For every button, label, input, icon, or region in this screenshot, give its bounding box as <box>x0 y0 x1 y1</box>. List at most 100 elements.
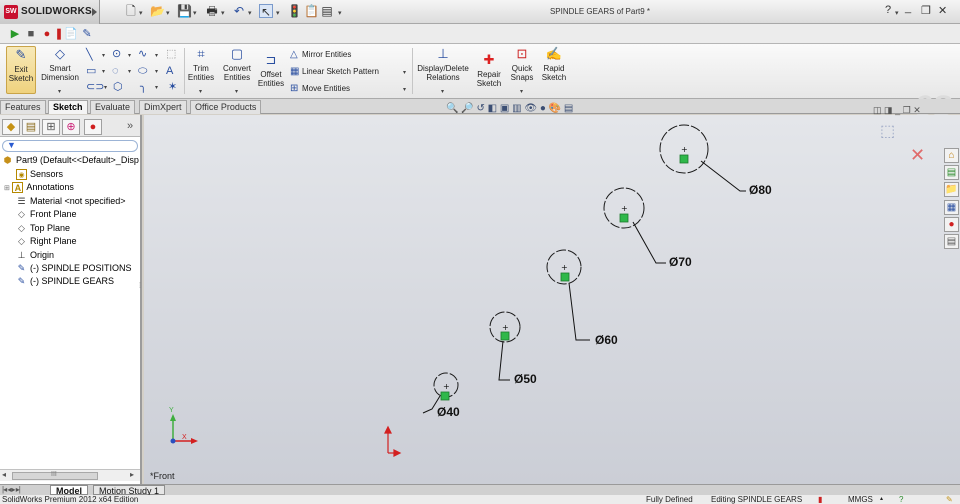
rebuild-icon[interactable]: 🚦 <box>287 4 302 18</box>
tree-item-right-plane[interactable]: ◇ Right Plane <box>16 235 77 248</box>
dimension-d70[interactable]: Ø70 <box>669 255 692 269</box>
hide-show-items-icon[interactable]: 👁 <box>524 103 537 114</box>
polygon-icon[interactable]: ⬡ <box>113 81 123 93</box>
panel-collapse-icon[interactable]: » <box>127 120 133 132</box>
edit-appearance-icon[interactable]: ● <box>540 103 546 114</box>
snaps-dropdown[interactable]: ▾ <box>520 88 523 95</box>
point-icon[interactable]: ✶ <box>168 81 177 93</box>
undo-dropdown[interactable]: ▾ <box>248 9 252 17</box>
rectangle-icon[interactable]: ▭ <box>86 65 96 77</box>
undo-icon[interactable]: ↶ <box>232 4 246 18</box>
file-explorer-icon[interactable]: 📁 <box>944 182 959 197</box>
spline-dropdown[interactable]: ▾ <box>155 52 158 59</box>
exit-sketch-button[interactable]: ✎ Exit Sketch <box>6 46 36 94</box>
featuremanager-tab-icon[interactable]: ◆ <box>2 119 20 135</box>
dimension-d50[interactable]: Ø50 <box>514 372 537 386</box>
viewport-split-icon[interactable]: ◨ <box>884 105 893 115</box>
select-icon[interactable]: ↖ <box>259 4 273 19</box>
circle-dropdown[interactable]: ▾ <box>128 52 131 59</box>
tab-nav-arrows-icon[interactable]: |◂ ◂ ▸ ▸| <box>2 485 21 494</box>
slot-dropdown[interactable]: ▾ <box>104 84 107 91</box>
tab-office-products[interactable]: Office Products <box>190 100 262 114</box>
dimension-d80[interactable]: Ø80 <box>749 183 772 197</box>
quick-snaps-button[interactable]: ⊡ Quick Snaps <box>507 46 537 82</box>
view-palette-icon[interactable]: ▦ <box>944 200 959 215</box>
pattern-dropdown[interactable]: ▾ <box>403 69 406 76</box>
save-icon[interactable]: 💾 <box>177 4 192 18</box>
view-settings-icon[interactable]: ▤ <box>564 103 573 114</box>
sketch-picture-icon[interactable]: ⬚ <box>166 48 176 60</box>
tree-horizontal-scrollbar[interactable]: ◂ III ▸ <box>0 469 140 481</box>
repair-sketch-button[interactable]: ✚ Repair Sketch <box>474 52 504 88</box>
tab-model[interactable]: Model <box>50 485 88 496</box>
help-icon[interactable]: ? <box>885 4 891 16</box>
tab-dimxpert[interactable]: DimXpert <box>139 100 187 114</box>
slot-icon[interactable]: ⊂⊃ <box>86 81 104 93</box>
ellipse-dropdown[interactable]: ▾ <box>155 68 158 75</box>
line-dropdown[interactable]: ▾ <box>102 52 105 59</box>
arc-dropdown[interactable]: ▾ <box>128 68 131 75</box>
tab-features[interactable]: Features <box>0 100 46 114</box>
save-dropdown[interactable]: ▾ <box>193 9 197 17</box>
tree-item-spindle-positions[interactable]: ✎ (-) SPINDLE POSITIONS <box>16 262 132 275</box>
apply-scene-icon[interactable]: 🎨 <box>549 103 561 114</box>
move-entities-button[interactable]: ⊞ Move Entities <box>290 83 350 94</box>
minimize-button[interactable]: _ <box>905 2 911 14</box>
cancel-sketch-icon[interactable]: ✕ <box>910 145 925 166</box>
convert-entities-button[interactable]: ▢ Convert Entities <box>220 46 254 82</box>
spline-icon[interactable]: ∿ <box>138 48 147 60</box>
sketch-canvas[interactable]: + + + + + <box>144 115 960 484</box>
select-dropdown[interactable]: ▾ <box>276 9 280 17</box>
design-library-icon[interactable]: ▤ <box>944 165 959 180</box>
tree-item-spindle-gears[interactable]: ✎ (-) SPINDLE GEARS <box>16 275 114 288</box>
scroll-thumb[interactable]: III <box>12 471 98 480</box>
tree-item-material[interactable]: ☰ Material <not specified> <box>16 195 125 208</box>
new-doc-dropdown[interactable]: ▾ <box>139 9 143 17</box>
tree-filter-input[interactable]: ▼ <box>2 140 138 152</box>
restore-button[interactable]: ❐ <box>921 4 931 17</box>
play-icon[interactable]: ▶ <box>8 27 22 41</box>
previous-view-icon[interactable]: ↺ <box>476 103 484 114</box>
macro-icon[interactable]: 📄 <box>64 27 78 41</box>
viewport-close-icon[interactable]: ✕ <box>913 105 921 115</box>
tree-item-origin[interactable]: ⊥ Origin <box>16 249 54 262</box>
status-units[interactable]: MMGS <box>848 495 873 504</box>
open-icon[interactable]: 📂 <box>150 4 165 18</box>
tab-motion-study-1[interactable]: Motion Study 1 <box>93 485 166 496</box>
solidworks-resources-icon[interactable]: ⌂ <box>944 148 959 163</box>
smart-dimension-dropdown[interactable]: ▾ <box>58 88 61 95</box>
close-button[interactable]: ✕ <box>938 4 947 17</box>
move-dropdown[interactable]: ▾ <box>403 86 406 93</box>
custom-properties-icon[interactable]: ▤ <box>944 234 959 249</box>
open-dropdown[interactable]: ▾ <box>166 9 170 17</box>
arc-icon[interactable]: ◌ <box>112 65 119 77</box>
ellipse-icon[interactable]: ⬭ <box>138 65 147 77</box>
displaymanager-tab-icon[interactable]: ● <box>84 119 102 135</box>
propertymanager-tab-icon[interactable]: ▤ <box>22 119 40 135</box>
tree-item-top-plane[interactable]: ◇ Top Plane <box>16 222 70 235</box>
convert-dropdown[interactable]: ▾ <box>235 88 238 95</box>
appearances-icon[interactable]: ● <box>944 217 959 232</box>
edit-macro-icon[interactable]: ✎ <box>80 27 94 41</box>
stop-icon[interactable]: ■ <box>24 27 38 41</box>
help-status-icon[interactable]: ? <box>899 495 903 504</box>
options-dropdown[interactable]: ▾ <box>338 9 342 17</box>
fillet-dropdown[interactable]: ▾ <box>155 84 158 91</box>
rapid-sketch-button[interactable]: ✍ Rapid Sketch <box>539 46 569 82</box>
scroll-left-icon[interactable]: ◂ <box>2 470 6 479</box>
tree-item-annotations[interactable]: ⊞ A Annotations <box>4 181 74 194</box>
dimension-d40[interactable]: Ø40 <box>437 405 460 419</box>
print-icon[interactable]: 🖶 <box>205 4 219 18</box>
notes-icon[interactable]: ✎ <box>946 495 953 504</box>
display-delete-relations-button[interactable]: ⊥ Display/Delete Relations <box>414 46 472 82</box>
viewport-minimize-icon[interactable]: _ <box>895 105 900 115</box>
circle-icon[interactable]: ⊙ <box>112 48 121 60</box>
dimxpertmanager-tab-icon[interactable]: ⊕ <box>62 119 80 135</box>
zoom-to-fit-icon[interactable]: 🔍 <box>446 103 458 114</box>
offset-entities-button[interactable]: ⊐ Offset Entities <box>257 52 285 88</box>
solidworks-menu-button[interactable]: SW SOLIDWORKS <box>0 0 100 24</box>
linear-sketch-pattern-button[interactable]: ▦ Linear Sketch Pattern <box>290 66 379 77</box>
mirror-entities-button[interactable]: △ Mirror Entities <box>290 49 351 60</box>
tree-item-part[interactable]: ⬢ Part9 (Default<<Default>_Disp <box>2 154 139 167</box>
print-dropdown[interactable]: ▾ <box>221 9 225 17</box>
